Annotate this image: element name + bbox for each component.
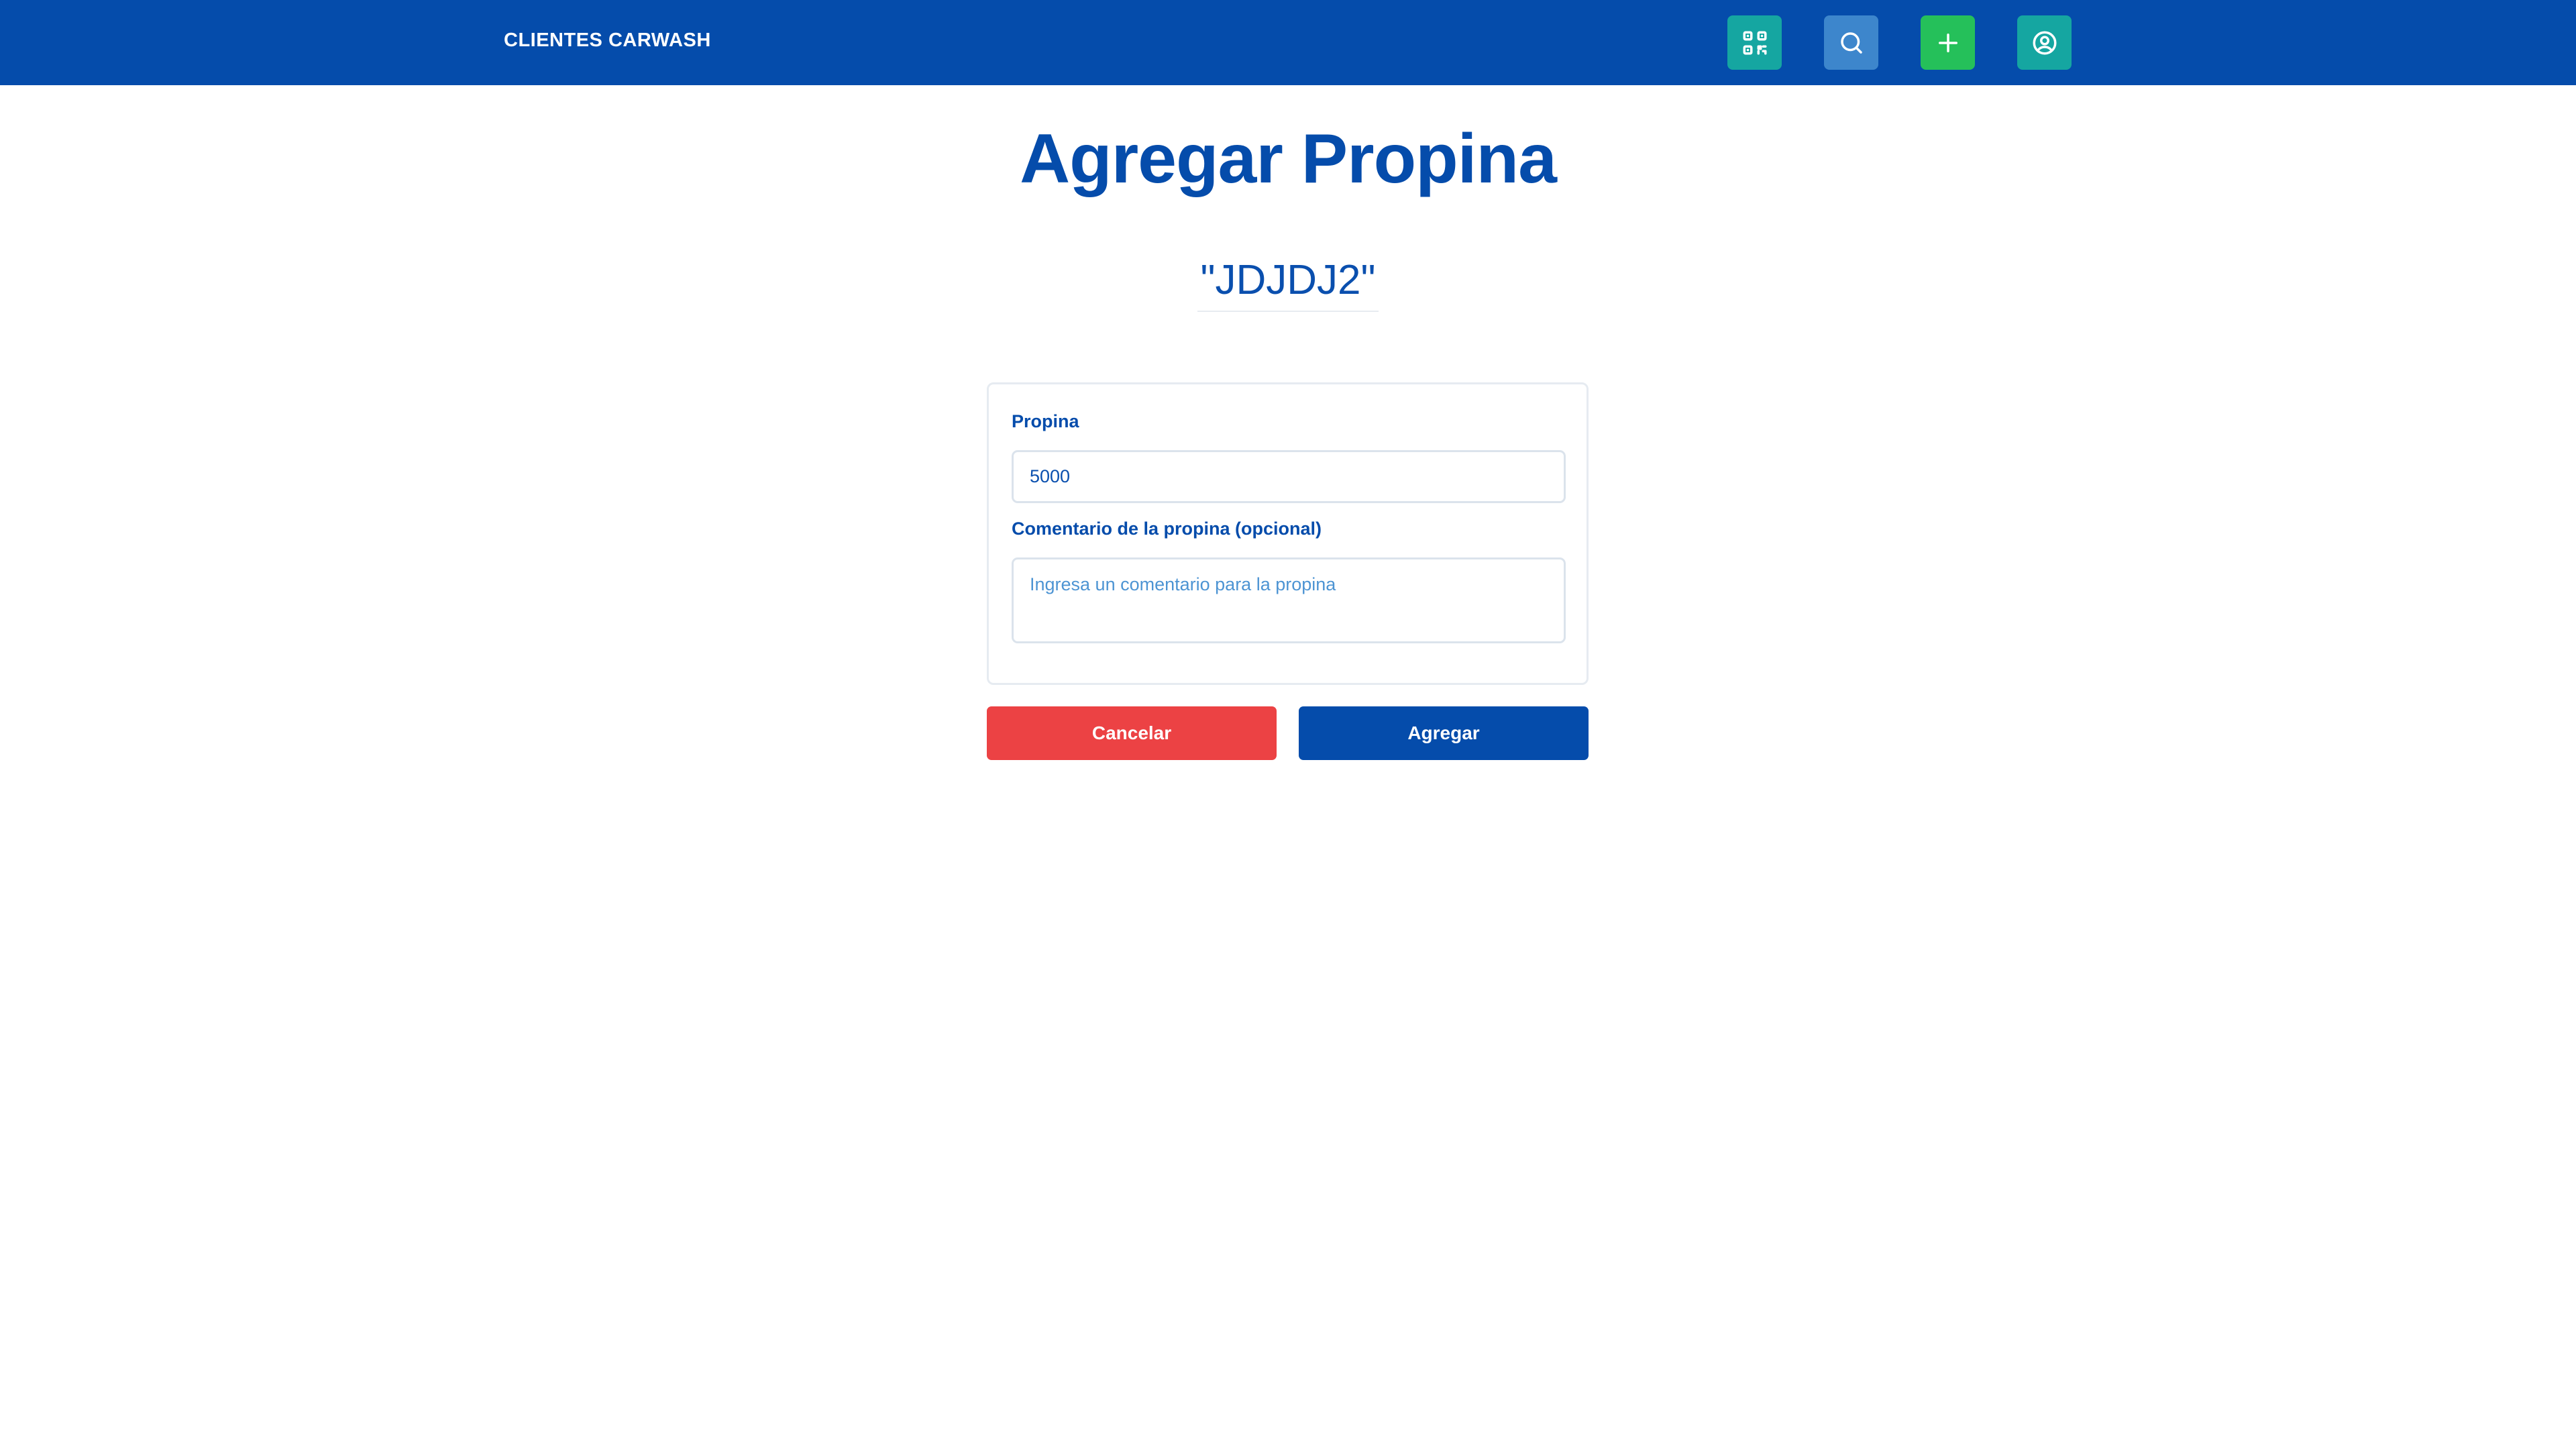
page-title: Agregar Propina bbox=[1020, 120, 1557, 198]
qr-scan-button[interactable] bbox=[1727, 15, 1782, 70]
comentario-textarea[interactable] bbox=[1012, 557, 1566, 643]
tip-form-card: Propina Comentario de la propina (opcion… bbox=[987, 382, 1589, 685]
propina-input[interactable] bbox=[1012, 450, 1566, 503]
top-navbar: CLIENTES CARWASH bbox=[0, 0, 2576, 85]
propina-label: Propina bbox=[1012, 411, 1079, 431]
user-circle-icon bbox=[2033, 31, 2056, 54]
plate-container: "JDJDJ2" bbox=[0, 256, 2576, 312]
comentario-label: Comentario de la propina (opcional) bbox=[1012, 519, 1322, 539]
add-button[interactable] bbox=[1921, 15, 1975, 70]
search-icon bbox=[1840, 32, 1862, 54]
submit-button[interactable]: Agregar bbox=[1299, 706, 1589, 760]
search-button[interactable] bbox=[1824, 15, 1878, 70]
cancel-button[interactable]: Cancelar bbox=[987, 706, 1277, 760]
qr-code-icon bbox=[1743, 31, 1766, 54]
plus-icon bbox=[1938, 33, 1957, 52]
vehicle-plate: "JDJDJ2" bbox=[1197, 256, 1379, 312]
brand-title[interactable]: CLIENTES CARWASH bbox=[504, 30, 711, 52]
user-profile-button[interactable] bbox=[2017, 15, 2072, 70]
